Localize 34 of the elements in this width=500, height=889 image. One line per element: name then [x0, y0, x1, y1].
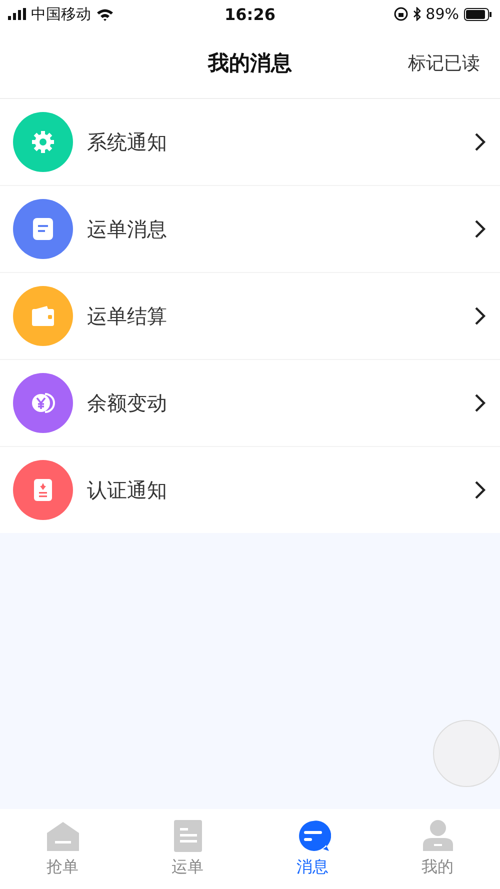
tab-bar-item[interactable]: 消息 — [250, 809, 375, 889]
battery-icon — [464, 8, 492, 20]
tab-bar-item[interactable]: 抢单 — [0, 809, 125, 889]
message-category-row[interactable]: 认证通知 — [0, 447, 500, 533]
category-label: 运单消息 — [87, 216, 168, 242]
category-label: 认证通知 — [87, 476, 168, 504]
signal-icon — [8, 8, 26, 20]
bluetooth-icon — [412, 7, 421, 21]
message-category-row[interactable]: 运单结算 — [0, 273, 500, 360]
rotation-lock-icon — [394, 7, 408, 21]
chevron-right-icon — [474, 132, 486, 152]
mark-read-button[interactable]: 标记已读 — [402, 50, 486, 76]
tab-bar-item[interactable]: 运单 — [125, 809, 250, 889]
category-label: 系统通知 — [87, 128, 168, 156]
message-category-row[interactable]: 运单消息 — [0, 186, 500, 273]
chevron-right-icon — [474, 306, 486, 326]
gear-icon — [30, 129, 56, 155]
clock: 16:26 — [224, 4, 276, 24]
document-icon — [30, 216, 56, 242]
category-label: 运单结算 — [87, 302, 168, 330]
coin-icon — [30, 390, 56, 416]
home-icon — [44, 819, 80, 853]
category-label: 余额变动 — [87, 390, 168, 416]
message-category-row[interactable]: 余额变动 — [0, 360, 500, 447]
battery-percent: 89% — [426, 5, 459, 23]
carrier-name: 中国移动 — [31, 4, 91, 24]
wallet-icon — [30, 303, 56, 329]
wifi-icon — [96, 8, 114, 20]
chevron-right-icon — [474, 480, 486, 500]
page-title: 我的消息 — [208, 50, 292, 77]
message-category-row[interactable]: 系统通知 — [0, 99, 500, 186]
chevron-right-icon — [474, 393, 486, 413]
tab-bar-item[interactable]: 我的 — [375, 809, 500, 889]
chevron-right-icon — [474, 219, 486, 239]
